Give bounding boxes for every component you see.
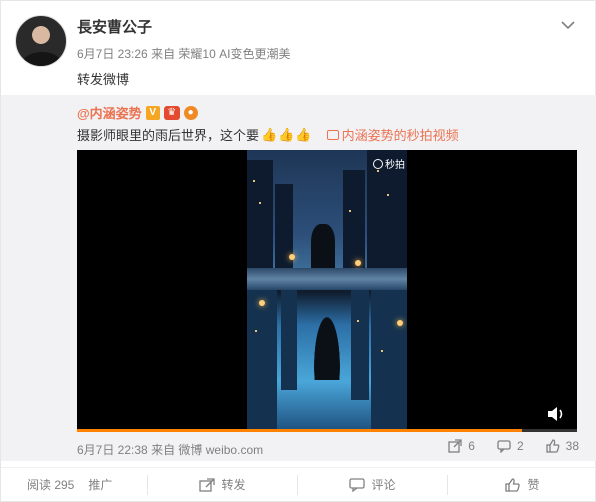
original-source[interactable]: 微博 weibo.com [178, 443, 263, 457]
original-meta: 6月7日 22:38 来自 微博 weibo.com [77, 441, 263, 458]
original-time[interactable]: 6月7日 22:38 [77, 443, 148, 457]
video-icon [326, 129, 339, 140]
original-forward-count: 6 [468, 439, 475, 453]
video-link-label: 内涵姿势的秒拍视频 [341, 128, 459, 143]
verified-v-icon: V [145, 105, 160, 120]
original-author-line: @内涵姿势 V ♛ ● [77, 103, 198, 122]
vip-icon: ♛ [163, 105, 180, 120]
source-prefix: 来自 [151, 47, 176, 61]
thumbs-emoji: 👍👍👍 [261, 126, 313, 142]
forward-button[interactable]: 转发 [147, 474, 297, 495]
camera-icon [373, 158, 383, 169]
original-comment-button[interactable]: 2 [497, 439, 524, 453]
action-bar: 阅读 295 推广 转发 评论 赞 [1, 467, 596, 501]
like-label: 赞 [527, 478, 540, 492]
lightbulb-icon: ● [183, 105, 198, 120]
progress-fill [77, 429, 522, 432]
reads-cell: 阅读 295 推广 [1, 475, 147, 495]
repost-box: @内涵姿势 V ♛ ● 摄影师眼里的雨后世界，这个要 👍👍👍 内涵姿势的秒拍视频 [1, 95, 596, 461]
author-name[interactable]: 長安曹公子 [77, 16, 152, 37]
chevron-down-icon[interactable] [561, 17, 575, 30]
comment-icon [349, 477, 366, 492]
post-meta: 6月7日 23:26 来自 荣耀10 AI变色更潮美 [77, 45, 290, 62]
original-like-count: 38 [565, 439, 579, 453]
forward-icon [448, 439, 462, 453]
original-text: 摄影师眼里的雨后世界，这个要 [77, 128, 260, 143]
volume-icon[interactable] [547, 406, 567, 422]
comment-label: 评论 [371, 478, 396, 492]
original-forward-button[interactable]: 6 [448, 439, 475, 453]
forward-icon [199, 477, 216, 492]
forward-label: 转发 [221, 478, 246, 492]
reads-count: 阅读 295 [27, 478, 75, 492]
post-source[interactable]: 荣耀10 AI变色更潮美 [178, 47, 290, 61]
original-like-button[interactable]: 38 [545, 439, 579, 453]
original-comment-count: 2 [516, 439, 524, 453]
watermark-label: 秒拍 [385, 160, 405, 171]
original-author[interactable]: @内涵姿势 [77, 103, 142, 122]
video-player[interactable]: 秒拍 [77, 150, 577, 432]
original-actions: 6 2 38 [426, 439, 579, 453]
post-text: 转发微博 [77, 72, 130, 87]
video-frame [247, 150, 407, 432]
like-button[interactable]: 赞 [447, 474, 596, 495]
comment-icon [497, 440, 511, 453]
post-time[interactable]: 6月7日 23:26 [77, 47, 148, 61]
video-progress[interactable] [77, 429, 577, 432]
original-text-line: 摄影师眼里的雨后世界，这个要 👍👍👍 内涵姿势的秒拍视频 [77, 125, 459, 144]
video-watermark: 秒拍 [373, 156, 405, 171]
comment-button[interactable]: 评论 [297, 474, 447, 495]
video-link[interactable]: 内涵姿势的秒拍视频 [326, 125, 459, 144]
avatar[interactable] [15, 15, 67, 67]
promote-button[interactable]: 推广 [88, 476, 112, 493]
original-source-prefix: 来自 [151, 443, 176, 457]
weibo-card: 長安曹公子 6月7日 23:26 来自 荣耀10 AI变色更潮美 转发微博 @内… [0, 0, 596, 502]
like-icon [505, 477, 521, 492]
like-icon [545, 439, 560, 453]
